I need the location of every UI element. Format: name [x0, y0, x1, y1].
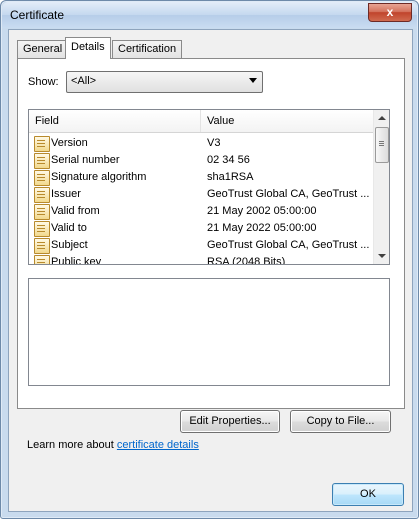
field-name: Signature algorithm [51, 171, 147, 183]
column-header-value[interactable]: Value [201, 110, 373, 132]
field-value: RSA (2048 Bits) [207, 256, 286, 265]
field-name: Valid to [51, 222, 87, 234]
field-name: Serial number [51, 154, 120, 166]
show-label: Show: [28, 76, 59, 88]
certificate-field-icon [34, 221, 50, 237]
dialog-client-area: General Details Certification Path Show:… [8, 29, 413, 512]
certificate-field-icon [34, 187, 50, 203]
field-value: 21 May 2022 05:00:00 [207, 222, 317, 234]
tab-general[interactable]: General [17, 40, 69, 58]
list-item[interactable]: Public key RSA (2048 Bits) [29, 254, 374, 265]
vertical-scrollbar[interactable] [373, 110, 389, 264]
copy-to-file-button[interactable]: Copy to File... [290, 410, 391, 433]
field-detail-textbox[interactable] [28, 278, 390, 386]
certificate-field-icon [34, 238, 50, 254]
learn-more-label: Learn more about [27, 439, 117, 451]
window-title: Certificate [10, 8, 65, 22]
certificate-field-icon [34, 204, 50, 220]
scroll-down-arrow-icon[interactable] [378, 254, 386, 258]
scrollbar-thumb[interactable] [375, 127, 389, 163]
field-name: Public key [51, 256, 102, 265]
scroll-up-arrow-icon[interactable] [378, 116, 386, 120]
tab-certification-path[interactable]: Certification Path [112, 40, 183, 72]
field-value: GeoTrust Global CA, GeoTrust ... [207, 188, 370, 200]
field-name: Valid from [51, 205, 100, 217]
field-value: 02 34 56 [207, 154, 250, 166]
edit-properties-button[interactable]: Edit Properties... [180, 410, 280, 433]
field-value: sha1RSA [207, 171, 254, 183]
field-value: 21 May 2002 05:00:00 [207, 205, 317, 217]
list-item[interactable]: Issuer GeoTrust Global CA, GeoTrust ... [29, 186, 374, 203]
ok-button[interactable]: OK [332, 483, 404, 506]
list-item[interactable]: Valid from 21 May 2002 05:00:00 [29, 203, 374, 220]
show-dropdown[interactable]: <All> [66, 71, 263, 93]
show-dropdown-value: <All> [71, 75, 97, 87]
close-button[interactable]: x [368, 3, 412, 22]
learn-more-text: Learn more about certificate details [27, 439, 199, 451]
list-item[interactable]: Version V3 [29, 135, 374, 152]
certificate-details-link[interactable]: certificate details [117, 439, 199, 451]
certificate-field-icon [34, 136, 50, 152]
field-name: Issuer [51, 188, 81, 200]
certificate-window: Certificate x General Details Certificat… [0, 0, 419, 519]
fields-listview[interactable]: Field Value Version V3 Serial number 02 … [28, 109, 390, 265]
field-value: V3 [207, 137, 221, 149]
title-bar[interactable]: Certificate x [2, 2, 417, 28]
list-item[interactable]: Serial number 02 34 56 [29, 152, 374, 169]
field-name: Subject [51, 239, 88, 251]
certificate-field-icon [34, 255, 50, 264]
chevron-down-icon [249, 78, 257, 83]
list-item[interactable]: Valid to 21 May 2022 05:00:00 [29, 220, 374, 237]
list-item[interactable]: Subject GeoTrust Global CA, GeoTrust ... [29, 237, 374, 254]
list-item[interactable]: Signature algorithm sha1RSA [29, 169, 374, 186]
tab-details[interactable]: Details [65, 37, 111, 59]
certificate-field-icon [34, 170, 50, 186]
certificate-field-icon [34, 153, 50, 169]
details-panel: Show: <All> Field Value Version V3 Seria… [17, 58, 405, 409]
field-name: Version [51, 137, 88, 149]
listview-header: Field Value [29, 110, 374, 133]
close-icon: x [386, 5, 394, 19]
field-value: GeoTrust Global CA, GeoTrust ... [207, 239, 370, 251]
column-header-field[interactable]: Field [29, 110, 201, 132]
